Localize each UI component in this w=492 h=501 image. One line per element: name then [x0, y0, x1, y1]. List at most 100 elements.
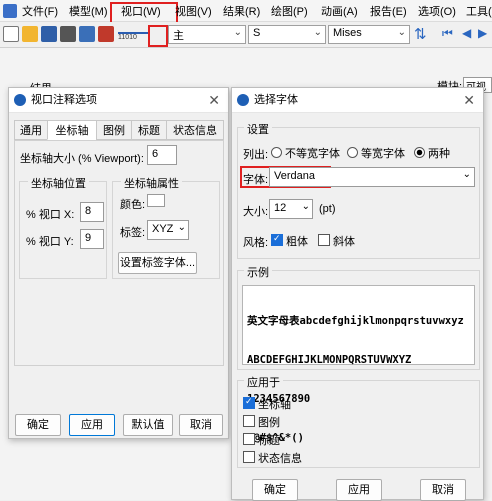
axis-size-label: 坐标轴大小 (% Viewport): [20, 153, 144, 165]
apply-to-group: 应用于 坐标轴 图例 标题 状态信息 [237, 374, 480, 468]
axis-position-group: 坐标轴位置 % 视口 X: 8 % 视口 Y: 9 [19, 175, 107, 279]
dialog-title: 视口注释选项 [31, 94, 97, 106]
radio-circle [347, 147, 358, 158]
dialog-title: 选择字体 [254, 94, 298, 106]
apply-axis-checkbox[interactable]: 坐标轴 [243, 396, 291, 412]
group-title: 应用于 [244, 374, 283, 390]
ok-button[interactable]: 确定 [252, 479, 298, 501]
menu-tools[interactable]: 工具( [466, 3, 492, 19]
color-label: 颜色: [120, 199, 146, 211]
radio-circle [271, 147, 282, 158]
step-combo[interactable]: 主 ⌄ [168, 25, 246, 44]
tab-status[interactable]: 状态信息 [166, 120, 224, 140]
tab-panel: 坐标轴大小 (% Viewport): 6 坐标轴位置 % 视口 X: 8 % … [14, 140, 224, 366]
tab-general[interactable]: 通用 [14, 120, 48, 140]
checkbox-box [271, 233, 283, 246]
viewport-annotation-dialog: 视口注释选项 ✕ 通用 坐标轴 图例 标题 状态信息 坐标轴大小 (% View… [8, 87, 229, 439]
checkbox-box [243, 433, 255, 445]
bold-checkbox[interactable]: 粗体 [271, 233, 308, 249]
tab-strip: 通用 坐标轴 图例 标题 状态信息 [14, 120, 226, 142]
list-label: 列出: [243, 149, 269, 161]
save-icon[interactable] [41, 26, 57, 42]
menu-options[interactable]: 选项(O) [418, 3, 456, 19]
dialog-title-bar: 选择字体 ✕ [232, 88, 483, 113]
radio-both[interactable]: 两种 [414, 145, 450, 161]
set-label-font-button[interactable]: 设置标签字体... [118, 252, 197, 274]
italic-checkbox[interactable]: 斜体 [318, 233, 355, 249]
menu-file[interactable]: 文件(F) [22, 3, 58, 19]
tab-legend[interactable]: 图例 [96, 120, 132, 140]
upload-icon[interactable] [98, 26, 114, 42]
apply-legend-checkbox[interactable]: 图例 [243, 414, 280, 430]
sample-line: 英文字母表abcdefghijklmonpqrstuvwxyz [247, 315, 464, 327]
checkbox-box [243, 396, 255, 409]
size-unit: (pt) [319, 203, 336, 215]
group-title: 坐标轴位置 [28, 175, 89, 191]
axis-size-input[interactable]: 6 [147, 145, 177, 165]
menu-report[interactable]: 报告(E) [370, 3, 407, 19]
radio-circle [414, 147, 425, 158]
menu-results[interactable]: 结果(R) [223, 3, 260, 19]
checkbox-box [243, 415, 255, 427]
menu-plot[interactable]: 绘图(P) [271, 3, 308, 19]
checkbox-box [318, 234, 330, 246]
font-select[interactable]: Verdana ⌄ [269, 167, 475, 187]
previous-frame-icon[interactable]: ◀ [462, 26, 471, 40]
style-label: 风格: [243, 237, 269, 249]
chevron-down-icon: ⌄ [313, 27, 322, 38]
tab-title[interactable]: 标题 [131, 120, 167, 140]
invariant-combo[interactable]: Mises ⌄ [328, 25, 410, 44]
group-title: 示例 [244, 264, 272, 280]
scale-label: 11010 [118, 34, 137, 41]
color-swatch[interactable] [147, 194, 165, 207]
toolbar-highlight [148, 25, 168, 47]
cancel-button[interactable]: 取消 [179, 414, 223, 436]
chevron-down-icon: ⌄ [462, 169, 471, 180]
x-input[interactable]: 8 [80, 202, 104, 222]
select-font-dialog: 选择字体 ✕ 设置 列出: 不等宽字体 等宽字体 两种 字体: Verdana ⌄… [231, 87, 484, 501]
toolbar: 11010 主 ⌄ S ⌄ Mises ⌄ ⇅ ⏮ ◀ ▶ [0, 22, 492, 48]
menu-model[interactable]: 模型(M) [69, 3, 108, 19]
chevron-down-icon: ⌄ [233, 27, 242, 38]
cancel-button[interactable]: 取消 [420, 479, 466, 501]
chevron-down-icon: ⌄ [301, 201, 310, 212]
close-icon[interactable]: ✕ [463, 88, 475, 112]
close-icon[interactable]: ✕ [208, 88, 220, 112]
menu-animate[interactable]: 动画(A) [321, 3, 358, 19]
tab-axes[interactable]: 坐标轴 [47, 120, 97, 140]
variable-combo[interactable]: S ⌄ [248, 25, 326, 44]
print-icon[interactable] [60, 26, 76, 42]
y-label: % 视口 Y: [26, 236, 74, 248]
apply-status-checkbox[interactable]: 状态信息 [243, 450, 302, 466]
open-folder-icon[interactable] [22, 26, 38, 42]
sync-arrows-icon[interactable]: ⇅ [414, 25, 427, 43]
radio-nonfixed[interactable]: 不等宽字体 [271, 145, 340, 161]
app-icon [3, 4, 17, 18]
group-title: 设置 [244, 121, 272, 137]
checkbox-box [243, 451, 255, 463]
defaults-button[interactable]: 默认值 [123, 414, 173, 436]
database-icon[interactable] [79, 26, 95, 42]
group-title: 坐标轴属性 [121, 175, 182, 191]
radio-fixed[interactable]: 等宽字体 [347, 145, 405, 161]
apply-button[interactable]: 应用 [69, 414, 115, 436]
apply-button[interactable]: 应用 [336, 479, 382, 501]
axis-attributes-group: 坐标轴属性 颜色: 标签: XYZ ⌄ 设置标签字体... [112, 175, 220, 279]
next-frame-icon[interactable]: ▶ [478, 26, 487, 40]
size-select[interactable]: 12 ⌄ [269, 199, 313, 219]
menu-bar: 文件(F) 模型(M) 视口(W) 视图(V) 结果(R) 绘图(P) 动画(A… [0, 0, 492, 34]
tag-select[interactable]: XYZ ⌄ [147, 220, 189, 240]
scale-icon[interactable]: 11010 [118, 24, 150, 44]
new-file-icon[interactable] [3, 26, 19, 42]
dialog-title-bar: 视口注释选项 ✕ [9, 88, 228, 113]
first-frame-icon[interactable]: ⏮ [442, 26, 453, 41]
size-label: 大小: [243, 206, 269, 218]
menu-view[interactable]: 视图(V) [175, 3, 212, 19]
apply-title-checkbox[interactable]: 标题 [243, 432, 280, 448]
y-input[interactable]: 9 [80, 229, 104, 249]
sample-group: 示例 英文字母表abcdefghijklmonpqrstuvwxyz ABCDE… [237, 264, 480, 444]
ok-button[interactable]: 确定 [15, 414, 61, 436]
font-label: 字体: [243, 174, 269, 186]
x-label: % 视口 X: [26, 209, 75, 221]
chevron-down-icon: ⌄ [177, 222, 186, 233]
